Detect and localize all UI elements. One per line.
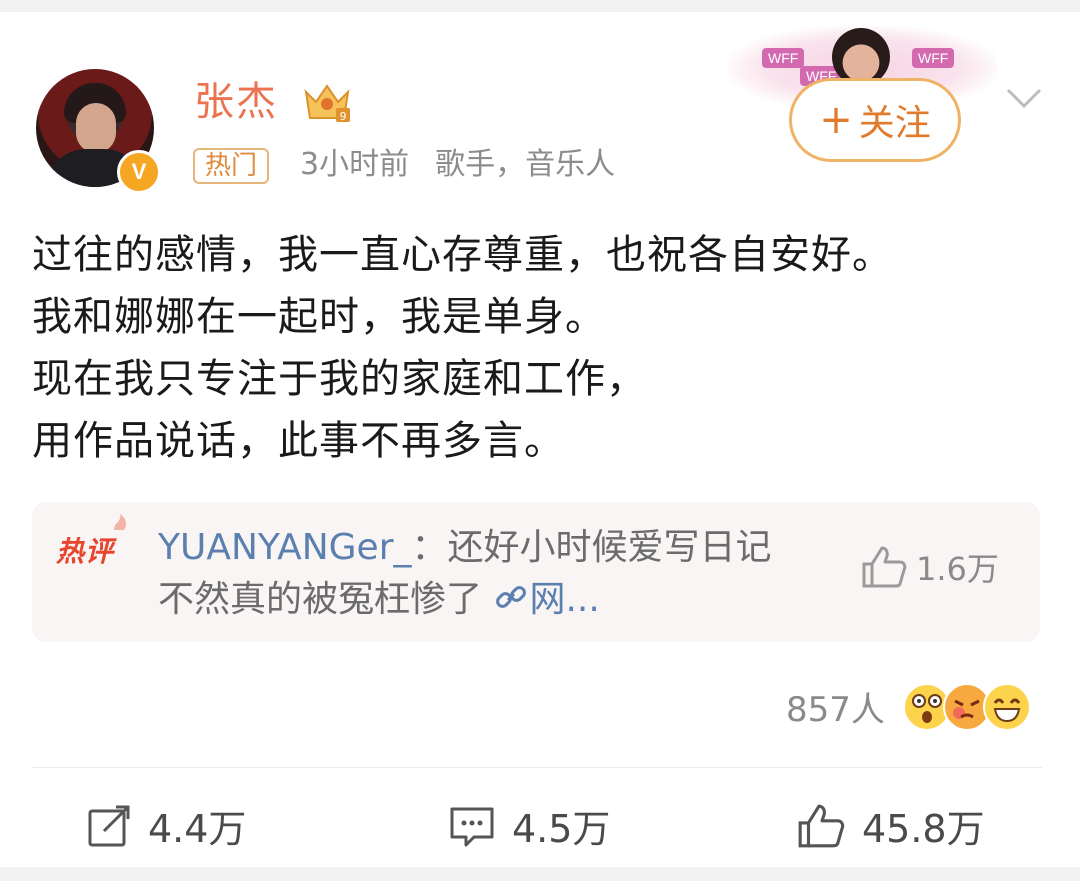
thumbs-up-icon: [796, 802, 846, 850]
chevron-down-icon[interactable]: [1004, 84, 1044, 114]
action-bar: 4.4万 4.5万 45.8万: [0, 792, 1080, 864]
comment-like-count: 1.6万: [916, 550, 999, 588]
like-count: 45.8万: [862, 807, 985, 851]
post-meta: 3小时前 歌手，音乐人: [300, 146, 615, 184]
post-text-line: 我和娜娜在一起时，我是单身。: [32, 294, 606, 340]
post-text-line: 用作品说话，此事不再多言。: [32, 418, 565, 464]
deco-tag: WFF: [762, 48, 805, 68]
post-text: 过往的感情，我一直心存尊重，也祝各自安好。 我和娜娜在一起时，我是单身。 现在我…: [32, 224, 1052, 472]
post-text-line: 过往的感情，我一直心存尊重，也祝各自安好。: [32, 232, 893, 278]
reaction-count: 857人: [786, 690, 885, 730]
follow-label: 关注: [858, 103, 931, 144]
hot-comment[interactable]: 热评 YUANYANGer_：还好小时候爱写日记 不然真的被冤枉惨了 网...: [32, 502, 1040, 642]
divider: [32, 767, 1042, 768]
plus-icon: +: [819, 97, 853, 143]
verified-icon: V: [117, 150, 161, 194]
comment-like-button[interactable]: 1.6万: [860, 544, 999, 590]
hot-comment-label: 热评: [56, 514, 127, 570]
hot-comment-body: YUANYANGer_：还好小时候爱写日记 不然真的被冤枉惨了 网...: [158, 522, 818, 626]
comment-count: 4.5万: [512, 807, 611, 851]
like-button[interactable]: 45.8万: [796, 798, 985, 853]
deco-tag: WFF: [912, 48, 955, 68]
post-time: 3小时前: [300, 147, 410, 182]
author-description: 歌手，音乐人: [435, 147, 616, 182]
repost-count: 4.4万: [148, 807, 247, 851]
comment-icon: [448, 803, 496, 849]
hot-comment-label-text: 热评: [56, 535, 115, 568]
post-text-line: 现在我只专注于我的家庭和工作，: [32, 356, 647, 402]
repost-icon: [86, 803, 132, 849]
hot-badge: 热门: [193, 148, 270, 184]
laughing-face-icon: [982, 682, 1031, 731]
flame-icon: [110, 512, 130, 532]
reactions-summary[interactable]: 857人: [786, 682, 1031, 731]
comment-separator: ：: [411, 527, 448, 568]
thumbs-up-icon: [860, 544, 908, 590]
avatar-face: [76, 103, 116, 153]
svg-text:9: 9: [340, 110, 347, 123]
link-icon[interactable]: [493, 579, 529, 615]
comment-button[interactable]: 4.5万: [448, 798, 610, 853]
comment-username[interactable]: YUANYANGer_: [158, 527, 412, 568]
author-name[interactable]: 张杰: [194, 78, 278, 126]
weibo-post-card: V 张杰 9 热门 3小时前 歌手，音乐人 WFF WFF WFF + 关注 过往…: [0, 12, 1080, 867]
crown-vip-icon[interactable]: 9: [300, 78, 354, 126]
repost-button[interactable]: 4.4万: [86, 798, 246, 853]
comment-link-text[interactable]: 网...: [529, 579, 599, 620]
follow-button[interactable]: + 关注: [789, 78, 961, 162]
